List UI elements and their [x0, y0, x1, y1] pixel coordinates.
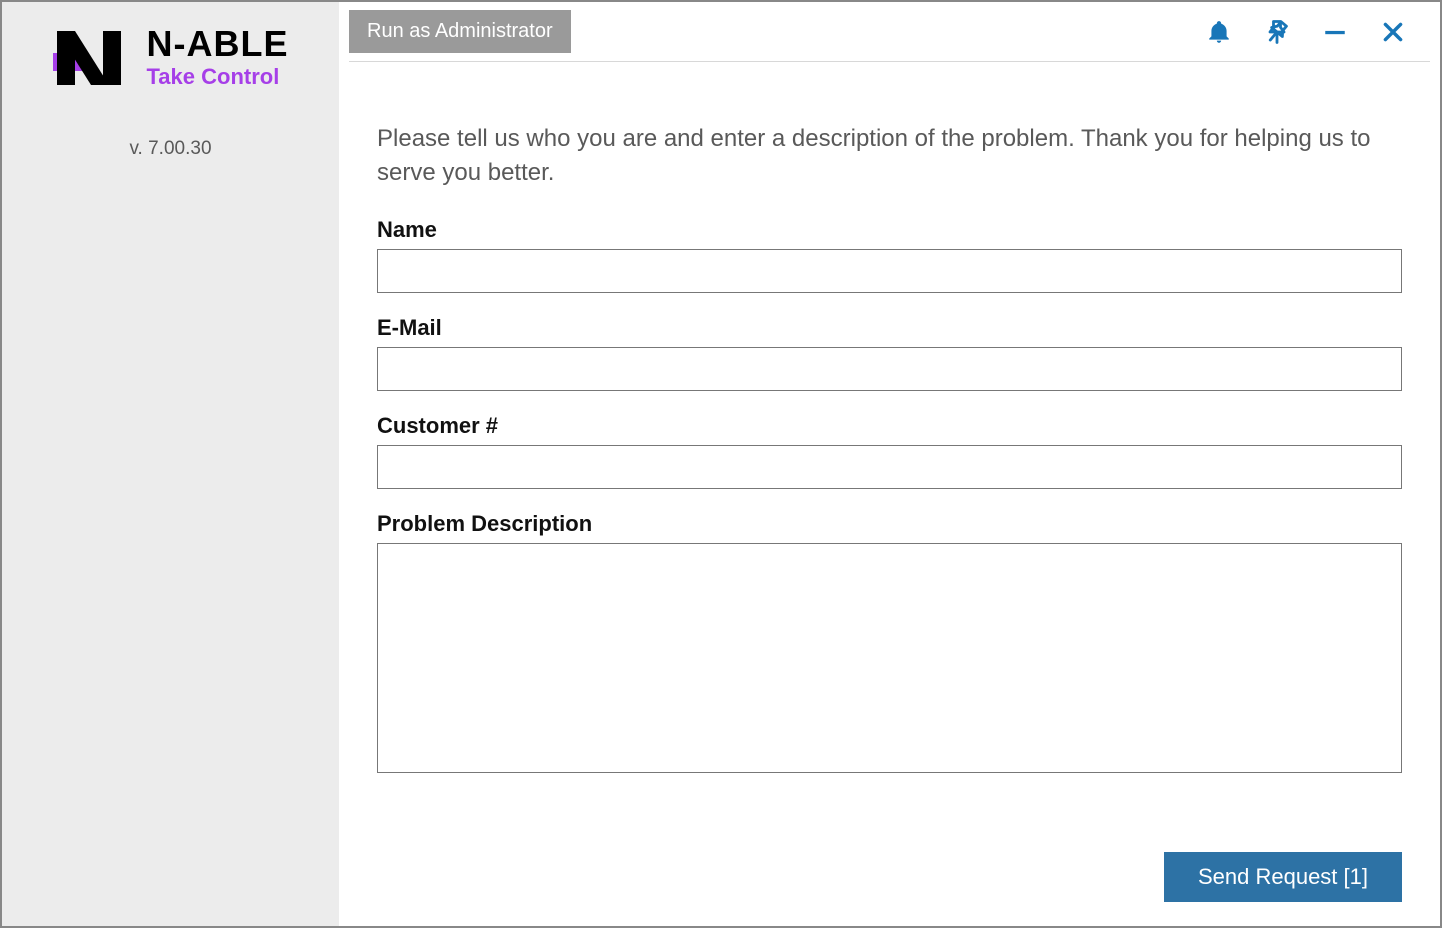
- version-label: v. 7.00.30: [2, 138, 339, 160]
- customer-label: Customer #: [377, 413, 1402, 439]
- send-request-button[interactable]: Send Request [1]: [1164, 852, 1402, 902]
- name-input[interactable]: [377, 249, 1402, 293]
- problem-label: Problem Description: [377, 511, 1402, 537]
- name-field-group: Name: [377, 217, 1402, 293]
- logo-mark-icon: [53, 27, 133, 89]
- footer: Send Request [1]: [339, 838, 1440, 926]
- close-icon[interactable]: [1378, 17, 1408, 47]
- name-label: Name: [377, 217, 1402, 243]
- problem-field-group: Problem Description: [377, 511, 1402, 778]
- customer-input[interactable]: [377, 445, 1402, 489]
- intro-text: Please tell us who you are and enter a d…: [377, 122, 1402, 189]
- pin-icon[interactable]: [1262, 17, 1292, 47]
- logo-text-sub: Take Control: [147, 64, 289, 90]
- customer-field-group: Customer #: [377, 413, 1402, 489]
- email-label: E-Mail: [377, 315, 1402, 341]
- run-as-administrator-button[interactable]: Run as Administrator: [349, 10, 571, 53]
- problem-input[interactable]: [377, 543, 1402, 773]
- main-panel: Run as Administrator: [339, 2, 1440, 926]
- email-input[interactable]: [377, 347, 1402, 391]
- form-content: Please tell us who you are and enter a d…: [339, 62, 1440, 838]
- logo-text-main: N-ABLE: [147, 26, 289, 62]
- sidebar: N-ABLE Take Control v. 7.00.30: [2, 2, 339, 926]
- minimize-icon[interactable]: [1320, 17, 1350, 47]
- topbar: Run as Administrator: [349, 2, 1430, 62]
- email-field-group: E-Mail: [377, 315, 1402, 391]
- logo: N-ABLE Take Control: [53, 26, 289, 90]
- bell-icon[interactable]: [1204, 17, 1234, 47]
